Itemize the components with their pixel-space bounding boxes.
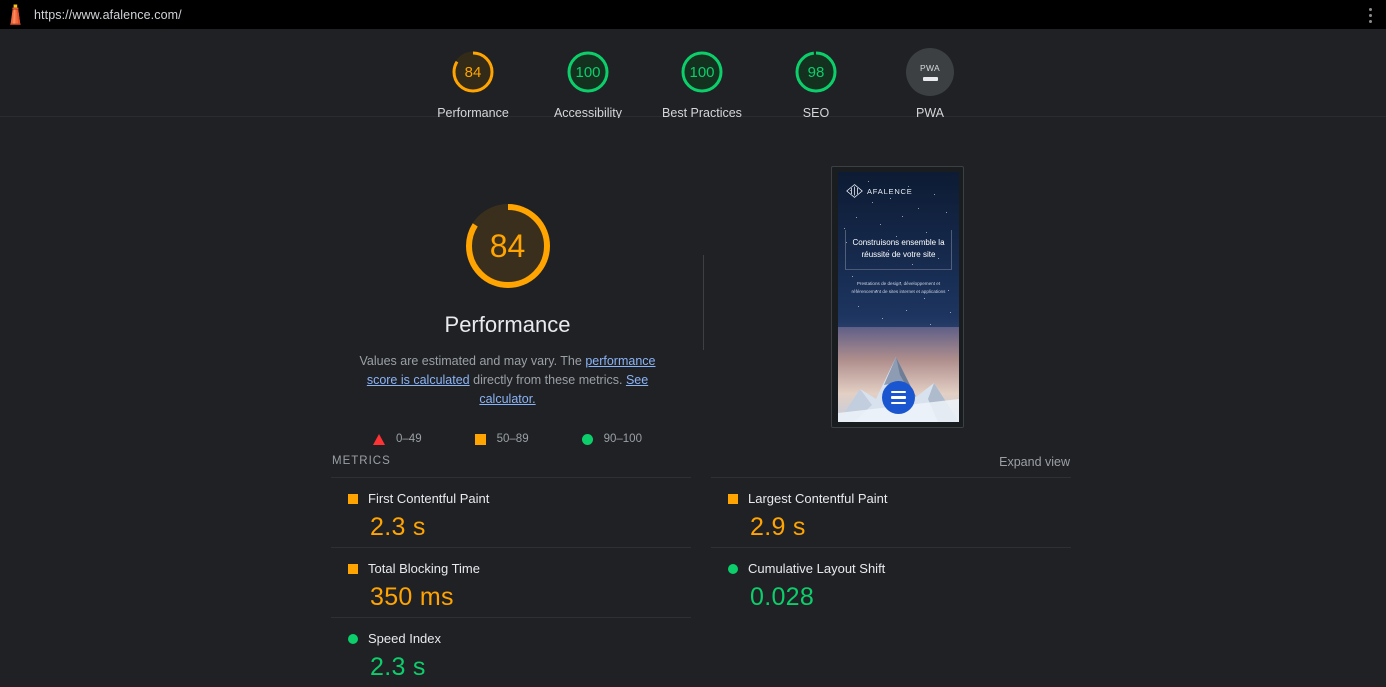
score-gauge-accessibility[interactable]: 100 Accessibility [528,48,648,120]
screenshot-viewport: AFALENCE Construisons ensemble la réussi… [838,172,959,422]
metrics-column-left: First Contentful Paint 2.3 s Total Blockin… [331,477,691,687]
metric-name: Cumulative Layout Shift [748,561,886,576]
star-dot [844,228,845,229]
square-marker-icon [474,433,486,445]
gauge-score-value: 84 [464,63,482,81]
metric-value: 2.3 s [370,653,426,681]
hero-title: Construisons ensemble la réussite de vot… [852,238,945,259]
star-dot [902,216,903,217]
score-gauge-seo[interactable]: 98 SEO [756,48,876,120]
score-legend: 0–49 50–89 90–100 [330,433,685,445]
afalence-mark-icon [846,184,863,198]
hamburger-menu-icon[interactable] [882,381,915,414]
metric-value: 2.3 s [370,513,426,541]
metrics-heading: METRICS [332,455,391,467]
scores-header: 84 Performance 100 Accessibility 100 Best Pra… [0,29,1386,120]
square-marker-icon [728,493,738,504]
site-logo: AFALENCE [846,184,913,198]
circle-marker-icon [348,633,358,644]
vertical-divider [703,255,704,350]
metrics-column-right: Largest Contentful Paint 2.9 s Cumulative … [711,477,1071,617]
star-dot [880,224,881,225]
browser-top-bar: https://www.afalence.com/ [0,0,1386,29]
gauge-score-value: 100 [689,63,715,81]
metric-header: Cumulative Layout Shift [711,561,1071,576]
pwa-badge: PWA [906,48,954,96]
star-dot [856,217,857,218]
square-marker-icon [348,563,358,574]
url-text: https://www.afalence.com/ [34,7,182,22]
metric-row[interactable]: Cumulative Layout Shift 0.028 [711,547,1071,617]
triangle-marker-icon [373,433,386,445]
square-marker-icon [348,493,358,504]
score-gauge-performance[interactable]: 84 Performance [413,48,533,120]
star-dot [918,208,919,209]
metric-header: First Contentful Paint [331,491,691,506]
page-screenshot-thumbnail: AFALENCE Construisons ensemble la réussi… [831,166,964,428]
lighthouse-icon [0,0,30,29]
metric-value: 0.028 [750,583,815,611]
performance-score-value: 84 [489,227,526,264]
legend-item-circle: 90–100 [581,433,642,445]
star-dot [924,298,925,299]
performance-summary: 84 Performance Values are estimated and … [330,198,685,445]
star-dot [906,310,907,311]
metric-value: 350 ms [370,583,454,611]
metrics-header: METRICS Expand view [330,455,1070,477]
hero-subtitle: Prestations de design, développement et … [851,281,946,294]
star-dot [930,324,931,325]
metric-row[interactable]: Total Blocking Time 350 ms [331,547,691,617]
score-gauge-pwa[interactable]: PWA PWA [870,48,990,120]
metric-header: Speed Index [331,631,691,646]
gauge-score-value: 98 [807,63,825,81]
star-dot [934,194,935,195]
metric-value: 2.9 s [750,513,806,541]
metric-name: Total Blocking Time [368,561,480,576]
circle-marker-icon [728,563,738,574]
legend-range-label: 90–100 [603,433,642,445]
hero-heading-box: Construisons ensemble la réussite de vot… [845,230,952,270]
performance-gauge: 84 [460,198,556,294]
star-dot [890,198,891,199]
metric-row[interactable]: Speed Index 2.3 s [331,617,691,687]
star-dot [852,276,853,277]
gauge-ring: 84 [449,48,497,96]
metric-row[interactable]: First Contentful Paint 2.3 s [331,477,691,547]
gauge-ring: 100 [564,48,612,96]
performance-description: Values are estimated and may vary. The p… [330,352,685,409]
score-gauge-best-practices[interactable]: 100 Best Practices [642,48,762,120]
score-gauges-row: 84 Performance 100 Accessibility 100 Best Pra… [0,29,1386,120]
legend-range-label: 50–89 [496,433,529,445]
metric-name: Largest Contentful Paint [748,491,888,506]
star-dot [950,312,951,313]
circle-marker-icon [581,433,593,445]
report-body: 84 Performance Values are estimated and … [0,118,1386,681]
metric-header: Total Blocking Time [331,561,691,576]
performance-title: Performance [444,312,571,337]
legend-range-label: 0–49 [396,433,422,445]
metric-name: Speed Index [368,631,442,646]
star-dot [946,212,947,213]
metric-name: First Contentful Paint [368,491,490,506]
gauge-ring: 100 [678,48,726,96]
site-brand-name: AFALENCE [867,186,913,196]
desc-text-2: directly from these metrics. [469,373,626,387]
gauge-ring: 98 [792,48,840,96]
desc-text-1: Values are estimated and may vary. The [359,354,586,368]
legend-item-square: 50–89 [474,433,529,445]
star-dot [868,181,869,182]
pwa-dash-icon [922,77,938,81]
expand-view-button[interactable]: Expand view [999,455,1070,469]
pwa-badge-text: PWA [920,62,940,73]
star-dot [872,202,873,203]
gauge-score-value: 100 [575,63,601,81]
kebab-menu-icon[interactable] [1361,4,1379,26]
metric-row[interactable]: Largest Contentful Paint 2.9 s [711,477,1071,547]
legend-item-triangle: 0–49 [373,433,422,445]
star-dot [882,318,883,319]
star-dot [858,306,859,307]
metric-header: Largest Contentful Paint [711,491,1071,506]
